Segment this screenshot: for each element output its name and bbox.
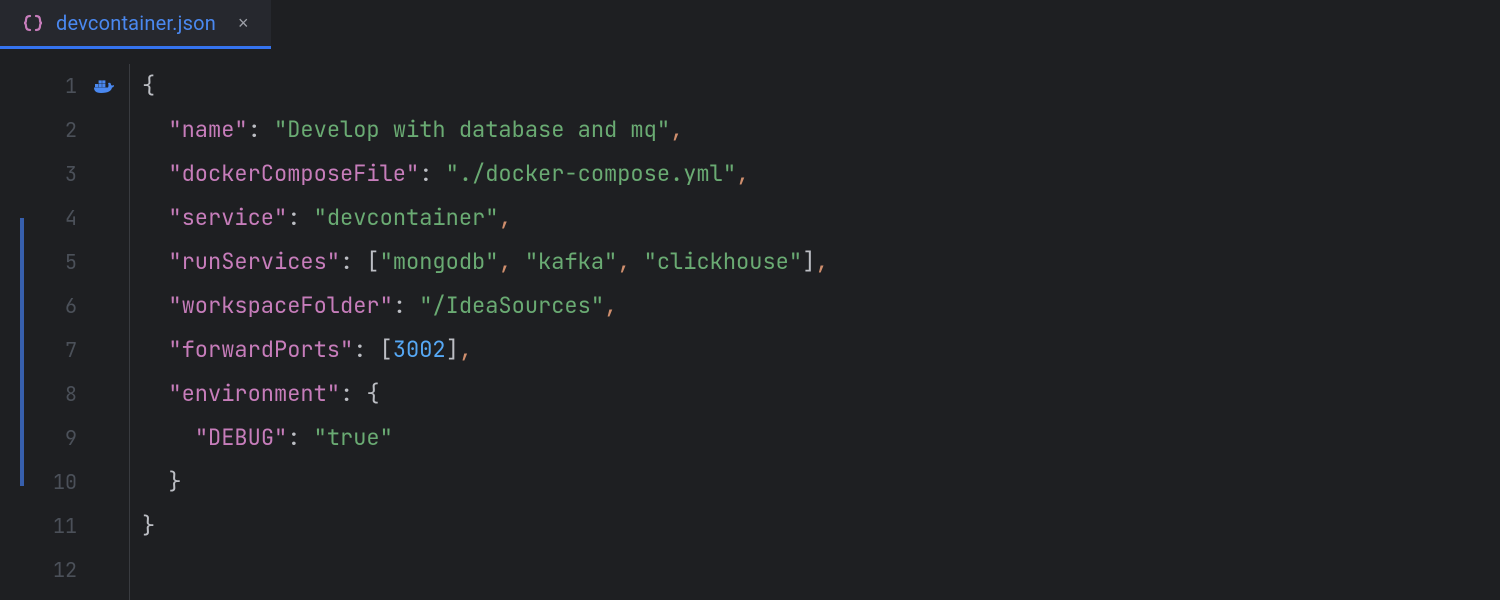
code-line [142,548,1500,592]
json-file-icon [22,12,44,34]
line-number: 10 [0,460,129,504]
docker-icon[interactable] [93,77,115,95]
code-line: "service": "devcontainer", [142,196,1500,240]
line-number: 6 [0,284,129,328]
tab-devcontainer[interactable]: devcontainer.json × [0,0,271,49]
code-area[interactable]: { "name": "Develop with database and mq"… [130,64,1500,600]
line-number: 12 [0,548,129,592]
code-line: } [142,460,1500,504]
line-number: 4 [0,196,129,240]
line-number: 9 [0,416,129,460]
gutter: 1 2 3 4 5 6 7 8 9 10 11 12 [0,64,130,600]
tab-filename: devcontainer.json [56,11,216,35]
code-line: "runServices": ["mongodb", "kafka", "cli… [142,240,1500,284]
code-line: "DEBUG": "true" [142,416,1500,460]
tab-bar: devcontainer.json × [0,0,1500,50]
editor[interactable]: 1 2 3 4 5 6 7 8 9 10 11 12 { "name" [0,50,1500,600]
code-line: "environment": { [142,372,1500,416]
line-number: 3 [0,152,129,196]
code-line: "name": "Develop with database and mq", [142,108,1500,152]
line-number: 7 [0,328,129,372]
code-line: "workspaceFolder": "/IdeaSources", [142,284,1500,328]
line-number: 11 [0,504,129,548]
line-number: 8 [0,372,129,416]
line-number: 5 [0,240,129,284]
line-number: 1 [0,64,129,108]
code-line: "dockerComposeFile": "./docker-compose.y… [142,152,1500,196]
code-line: "forwardPorts": [3002], [142,328,1500,372]
code-line: { [142,64,1500,108]
close-icon[interactable]: × [234,11,253,36]
code-line: } [142,504,1500,548]
line-number: 2 [0,108,129,152]
